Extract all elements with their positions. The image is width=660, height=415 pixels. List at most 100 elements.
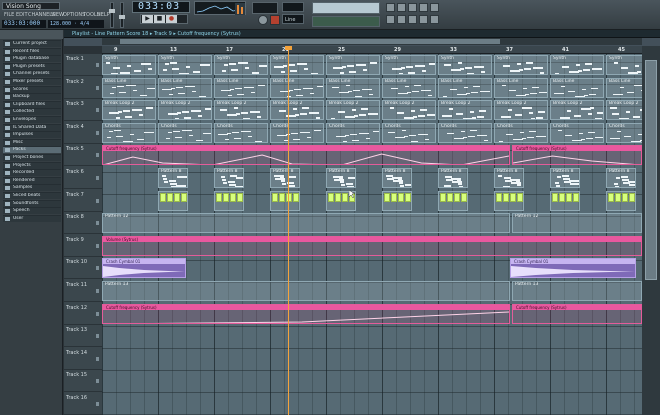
track-mute-led[interactable] xyxy=(96,356,99,361)
track-mute-led[interactable] xyxy=(96,402,99,406)
browser-item[interactable]: Recorded xyxy=(3,169,61,177)
pattern-selector[interactable] xyxy=(282,2,304,12)
break-clip[interactable]: Break Loop 2 xyxy=(158,100,212,121)
bass-clip[interactable]: Bass Line xyxy=(270,77,324,98)
chords-clip[interactable]: Chords xyxy=(550,122,604,143)
pattern-clip[interactable]: Pattern 12 xyxy=(512,213,642,234)
automation-clip[interactable]: Cutoff frequency (Sytrus) xyxy=(102,303,510,324)
break-clip[interactable]: Break Loop 2 xyxy=(550,100,604,121)
browser-item[interactable]: Impulses xyxy=(3,131,61,139)
chords-clip[interactable]: Chords xyxy=(214,122,268,143)
browser-item[interactable]: Soundfonts xyxy=(3,199,61,207)
track-header[interactable]: Track 1 xyxy=(64,54,102,76)
chords-clip[interactable]: Chords xyxy=(270,122,324,143)
track-header[interactable]: Track 13 xyxy=(64,325,102,348)
track-header[interactable]: Track 14 xyxy=(64,348,102,370)
break-clip[interactable]: Break Loop 2 xyxy=(438,100,492,121)
synth-clip[interactable]: Synth xyxy=(550,55,604,75)
track-mute-led[interactable] xyxy=(96,153,99,158)
snap-selector[interactable]: Line xyxy=(282,14,304,24)
browser-item[interactable]: IL Shared Data xyxy=(3,123,61,131)
synth-clip[interactable]: Synth xyxy=(606,55,642,75)
track-mute-led[interactable] xyxy=(96,108,99,113)
chords-clip[interactable]: Chords xyxy=(102,122,156,143)
browser-item[interactable]: Speech xyxy=(3,207,61,215)
pattern-clip[interactable]: Pattern 12 xyxy=(102,213,510,234)
track-header[interactable]: Track 10 xyxy=(64,257,102,280)
chords-clip[interactable]: Chords xyxy=(326,122,380,143)
browser-item[interactable]: Backup xyxy=(3,93,61,101)
track-header[interactable]: Track 15 xyxy=(64,370,102,393)
piano-roll-icon[interactable] xyxy=(397,3,406,12)
record-button[interactable]: ● xyxy=(166,15,177,23)
loop-icon[interactable] xyxy=(397,15,406,24)
audio-clip[interactable]: Crash Cymbal 01 xyxy=(102,258,186,279)
synth-clip[interactable]: Synth xyxy=(494,55,548,75)
bass-clip[interactable]: Bass Line xyxy=(550,77,604,98)
track-mute-led[interactable] xyxy=(96,289,99,293)
bass-clip[interactable]: Bass Line xyxy=(158,77,212,98)
break-clip[interactable]: Break Loop 2 xyxy=(494,100,548,121)
menu-options[interactable]: OPTIONS xyxy=(63,12,85,19)
track-header[interactable]: Track 5 xyxy=(64,144,102,167)
menu-edit[interactable]: EDIT xyxy=(16,12,28,19)
browser-item[interactable]: Mixer presets xyxy=(3,78,61,85)
menu-help[interactable]: HELP xyxy=(97,12,110,19)
chords-clip[interactable]: Chords xyxy=(438,122,492,143)
chords-clip[interactable]: Chords xyxy=(382,122,436,143)
browser-item[interactable]: Rendered xyxy=(3,176,61,184)
track-mute-led[interactable] xyxy=(96,243,99,248)
synth-clip[interactable]: Synth xyxy=(158,55,212,75)
pattern-clip[interactable] xyxy=(606,190,636,211)
main-pitch-slider[interactable] xyxy=(119,2,125,28)
playlist-grid[interactable]: Synth Synth Synth Synth Synth Synth Synth Synth… xyxy=(102,54,642,415)
browser-item[interactable]: Scores xyxy=(3,85,61,93)
track-header[interactable]: Track 8 xyxy=(64,212,102,235)
automation-clip[interactable]: Cutoff frequency (Sytrus) xyxy=(512,303,642,324)
synth-clip[interactable]: Synth xyxy=(326,55,380,75)
automation-clip[interactable]: Cutoff frequency (Sytrus) xyxy=(102,145,510,166)
track-header[interactable]: Track 11 xyxy=(64,280,102,302)
horizontal-scroll-thumb[interactable] xyxy=(120,39,500,44)
pattern-clip[interactable]: Pattern 8 xyxy=(214,168,244,188)
browser-item[interactable]: Plugin presets xyxy=(3,62,61,70)
bass-clip[interactable]: Bass Line xyxy=(214,77,268,98)
chords-clip[interactable]: Chords xyxy=(158,122,212,143)
break-clip[interactable]: Break Loop 2 xyxy=(382,100,436,121)
synth-clip[interactable]: Synth xyxy=(438,55,492,75)
playlist-icon[interactable] xyxy=(408,3,417,12)
browser-item[interactable]: Sliced beats xyxy=(3,192,61,199)
browser-item[interactable]: Samples xyxy=(3,184,61,192)
bass-clip[interactable]: Bass Line xyxy=(382,77,436,98)
automation-clip[interactable]: Volume (Sytrus) xyxy=(102,235,642,256)
pattern-clip[interactable] xyxy=(158,190,188,211)
audio-clip[interactable]: Crash Cymbal 01 xyxy=(510,258,636,279)
main-volume-slider[interactable] xyxy=(109,2,115,28)
menu-file[interactable]: FILE xyxy=(4,12,14,19)
browser-icon[interactable] xyxy=(430,3,439,12)
chords-clip[interactable]: Chords xyxy=(606,122,642,143)
track-mute-led[interactable] xyxy=(96,311,99,316)
browser-item[interactable]: Projects xyxy=(3,161,61,169)
blend-icon[interactable] xyxy=(408,15,417,24)
vertical-scroll-thumb[interactable] xyxy=(645,60,657,280)
browser-item[interactable]: Project bones xyxy=(3,154,61,161)
track-mute-led[interactable] xyxy=(96,176,99,180)
stop-button[interactable]: ■ xyxy=(154,15,165,23)
track-mute-led[interactable] xyxy=(96,85,99,90)
synth-clip[interactable]: Synth xyxy=(214,55,268,75)
browser-item[interactable]: Channel presets xyxy=(3,70,61,78)
playhead[interactable] xyxy=(288,46,289,415)
track-header[interactable]: Track 9 xyxy=(64,235,102,257)
break-clip[interactable]: Break Loop 2 xyxy=(326,100,380,121)
track-header[interactable]: Track 3 xyxy=(64,99,102,122)
break-clip[interactable]: Break Loop 2 xyxy=(270,100,324,121)
track-mute-led[interactable] xyxy=(96,63,99,67)
pattern-clip[interactable] xyxy=(214,190,244,211)
chords-clip[interactable]: Chords xyxy=(494,122,548,143)
track-mute-led[interactable] xyxy=(96,221,99,226)
pattern-clip[interactable]: Pattern 13 xyxy=(512,281,642,301)
browser-item[interactable]: Clipboard files xyxy=(3,100,61,108)
track-mute-led[interactable] xyxy=(96,130,99,135)
track-mute-led[interactable] xyxy=(96,198,99,203)
